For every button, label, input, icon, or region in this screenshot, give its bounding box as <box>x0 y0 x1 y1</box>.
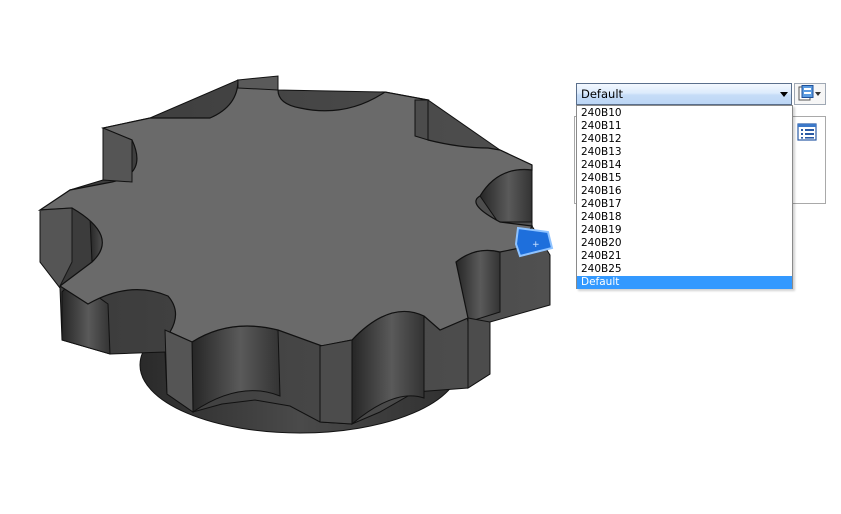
dropdown-item-240b21[interactable]: 240B21 <box>577 250 792 263</box>
dropdown-item-240b20[interactable]: 240B20 <box>577 237 792 250</box>
configuration-combo[interactable]: Default <box>576 83 792 105</box>
property-list-icon[interactable] <box>797 123 817 141</box>
dropdown-item-240b17[interactable]: 240B17 <box>577 198 792 211</box>
dropdown-item-240b14[interactable]: 240B14 <box>577 159 792 172</box>
chevron-down-icon[interactable] <box>780 92 788 97</box>
svg-text:+: + <box>532 240 540 250</box>
configuration-dropdown-list[interactable]: 240B10 240B11 240B12 240B13 240B14 240B1… <box>576 105 793 289</box>
configuration-icon <box>798 85 814 101</box>
configuration-split-button[interactable] <box>794 83 826 105</box>
dropdown-item-240b13[interactable]: 240B13 <box>577 146 792 159</box>
combo-value: Default <box>581 87 624 101</box>
dropdown-item-240b12[interactable]: 240B12 <box>577 133 792 146</box>
dropdown-item-240b16[interactable]: 240B16 <box>577 185 792 198</box>
dropdown-item-default[interactable]: Default <box>577 276 792 289</box>
dropdown-item-240b10[interactable]: 240B10 <box>577 107 792 120</box>
split-chevron-down-icon[interactable] <box>815 92 821 96</box>
dropdown-item-240b19[interactable]: 240B19 <box>577 224 792 237</box>
dropdown-item-240b18[interactable]: 240B18 <box>577 211 792 224</box>
dropdown-item-240b15[interactable]: 240B15 <box>577 172 792 185</box>
dropdown-item-240b25[interactable]: 240B25 <box>577 263 792 276</box>
dropdown-item-240b11[interactable]: 240B11 <box>577 120 792 133</box>
